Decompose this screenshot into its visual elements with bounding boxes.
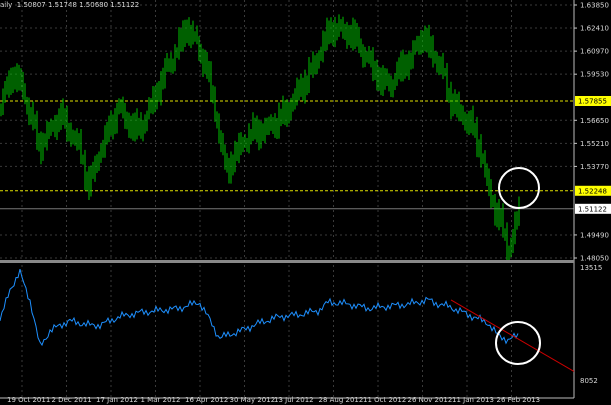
pane-separator bbox=[0, 260, 574, 263]
x-tick-label: 19 Oct 2011 bbox=[7, 396, 50, 404]
y-tick-label: 1.48050 bbox=[580, 255, 609, 263]
y-tick-label: 1.53770 bbox=[580, 163, 609, 171]
x-tick-label: 13 Jul 2012 bbox=[274, 396, 314, 404]
y-tick-label: 1.56650 bbox=[580, 117, 609, 125]
level-label: 1.52248 bbox=[578, 187, 607, 195]
trend-line bbox=[450, 299, 575, 372]
y-tick-label: 1.62410 bbox=[580, 25, 609, 33]
y-tick-label: 1.59530 bbox=[580, 71, 609, 79]
current-price-label: 1.51122 bbox=[578, 205, 607, 213]
x-tick-label: 17 Jan 2012 bbox=[96, 396, 138, 404]
x-tick-label: 26 Feb 2013 bbox=[497, 396, 541, 404]
annotation-circle bbox=[495, 321, 541, 365]
indicator-y-tick-label: 8052 bbox=[580, 377, 598, 385]
y-tick-label: 1.55210 bbox=[580, 140, 609, 148]
level-label: 1.57855 bbox=[578, 97, 607, 105]
x-tick-label: 2 Dec 2011 bbox=[52, 396, 92, 404]
indicator-line bbox=[0, 268, 519, 347]
price-chart[interactable]: 19 Oct 2011 2 Dec 2011 17 Jan 2012 1 Mar 20… bbox=[0, 0, 611, 405]
x-tick-label: 30 May 2012 bbox=[230, 396, 276, 404]
x-tick-label: 1 Mar 2012 bbox=[141, 396, 181, 404]
x-tick-label: 11 Oct 2012 bbox=[363, 396, 406, 404]
y-tick-label: 1.49490 bbox=[580, 231, 609, 239]
y-tick-label: 1.63850 bbox=[580, 2, 609, 10]
indicator-y-tick-label: 13515 bbox=[580, 264, 602, 272]
x-tick-label: 16 Apr 2012 bbox=[185, 396, 228, 404]
x-tick-label: 28 Aug 2012 bbox=[319, 396, 364, 404]
y-tick-label: 1.60970 bbox=[580, 48, 609, 56]
x-tick-label: 26 Nov 2012 bbox=[408, 396, 453, 404]
x-tick-label: 11 Jan 2013 bbox=[452, 396, 494, 404]
